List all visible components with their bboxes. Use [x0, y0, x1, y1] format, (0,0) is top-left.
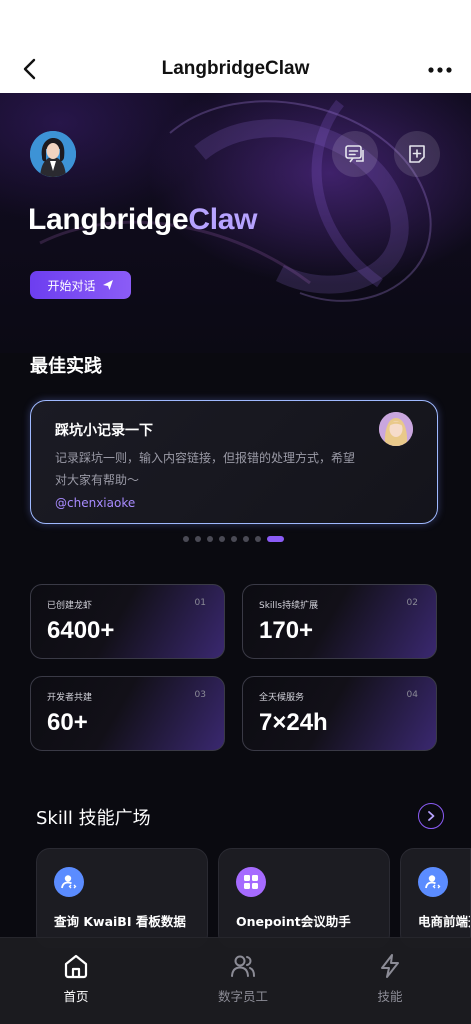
nav-item-home[interactable]: 首页: [36, 952, 116, 1005]
nav-item-digital-staff[interactable]: 数字员工: [203, 952, 283, 1005]
start-chat-label: 开始对话: [47, 278, 96, 293]
skill-card[interactable]: 电商前端开: [400, 848, 471, 948]
lightning-icon: [381, 954, 399, 978]
carousel-dot[interactable]: [195, 536, 201, 542]
best-practice-title: 最佳实践: [30, 356, 102, 377]
stat-value: 60+: [47, 709, 88, 736]
stat-card-service: 全天候服务 04 7×24h: [242, 676, 437, 751]
carousel-dot-active[interactable]: [267, 536, 284, 542]
carousel-dot[interactable]: [207, 536, 213, 542]
carousel-dot[interactable]: [183, 536, 189, 542]
stat-number: 02: [406, 598, 418, 608]
brand-title-part2: Claw: [188, 203, 258, 236]
nav-label: 技能: [377, 989, 403, 1004]
skill-more-button[interactable]: [418, 803, 444, 829]
user-code-icon: [418, 867, 448, 897]
bottom-navigation: 首页 数字员工 技能: [0, 937, 471, 1024]
stat-number: 03: [194, 690, 206, 700]
skill-square-title: Skill 技能广场: [36, 808, 151, 829]
stat-number: 01: [194, 598, 206, 608]
card-title: 踩坑小记录一下: [55, 423, 153, 439]
carousel-dot[interactable]: [219, 536, 225, 542]
chat-list-icon: [345, 145, 364, 163]
stat-card-developers: 开发者共建 03 60+: [30, 676, 225, 751]
skill-name: Onepoint会议助手: [236, 914, 351, 929]
nav-label: 首页: [63, 989, 89, 1004]
grid-icon: [236, 867, 266, 897]
users-icon: [231, 955, 255, 977]
nav-label: 数字员工: [217, 989, 268, 1004]
add-note-icon: [409, 145, 425, 163]
author-avatar: [379, 412, 413, 446]
stat-label: Skills持续扩展: [259, 601, 319, 611]
top-header: LangbridgeClaw: [0, 0, 471, 93]
stat-card-skills: Skills持续扩展 02 170+: [242, 584, 437, 659]
carousel-indicator: [183, 536, 284, 542]
user-code-icon: [54, 867, 84, 897]
card-author[interactable]: @chenxiaoke: [55, 496, 135, 510]
add-note-button[interactable]: [394, 131, 440, 177]
brand-title-part1: Langbridge: [28, 203, 189, 236]
page-title: LangbridgeClaw: [161, 58, 310, 79]
card-description: 记录踩坑一则，输入内容链接，但报错的处理方式，希望对大家有帮助～: [55, 451, 356, 487]
nav-item-skills[interactable]: 技能: [350, 952, 430, 1005]
stat-label: 开发者共建: [47, 693, 93, 703]
stat-card-created: 已创建龙虾 01 6400+: [30, 584, 225, 659]
skill-card[interactable]: 查询 KwaiBI 看板数据: [36, 848, 208, 948]
brand-title: LangbridgeClaw: [28, 203, 257, 237]
best-practice-card[interactable]: 踩坑小记录一下 记录踩坑一则，输入内容链接，但报错的处理方式，希望对大家有帮助～…: [30, 400, 438, 524]
start-chat-button[interactable]: 开始对话: [30, 271, 131, 299]
carousel-dot[interactable]: [231, 536, 237, 542]
carousel-dot[interactable]: [243, 536, 249, 542]
skill-name: 查询 KwaiBI 看板数据: [54, 914, 186, 929]
stat-number: 04: [406, 690, 418, 700]
more-dots-icon[interactable]: [427, 60, 453, 80]
stat-value: 170+: [259, 617, 314, 644]
stat-value: 7×24h: [259, 709, 328, 736]
stat-label: 全天候服务: [259, 693, 305, 703]
chevron-right-icon: [428, 811, 435, 821]
stat-label: 已创建龙虾: [47, 601, 93, 611]
chat-list-button[interactable]: [332, 131, 378, 177]
skill-name: 电商前端开: [418, 914, 470, 929]
carousel-dot[interactable]: [255, 536, 261, 542]
send-icon: [102, 280, 113, 290]
skill-card[interactable]: Onepoint会议助手: [218, 848, 390, 948]
bot-avatar[interactable]: [30, 131, 76, 177]
stat-value: 6400+: [47, 617, 115, 644]
home-icon: [64, 954, 88, 979]
